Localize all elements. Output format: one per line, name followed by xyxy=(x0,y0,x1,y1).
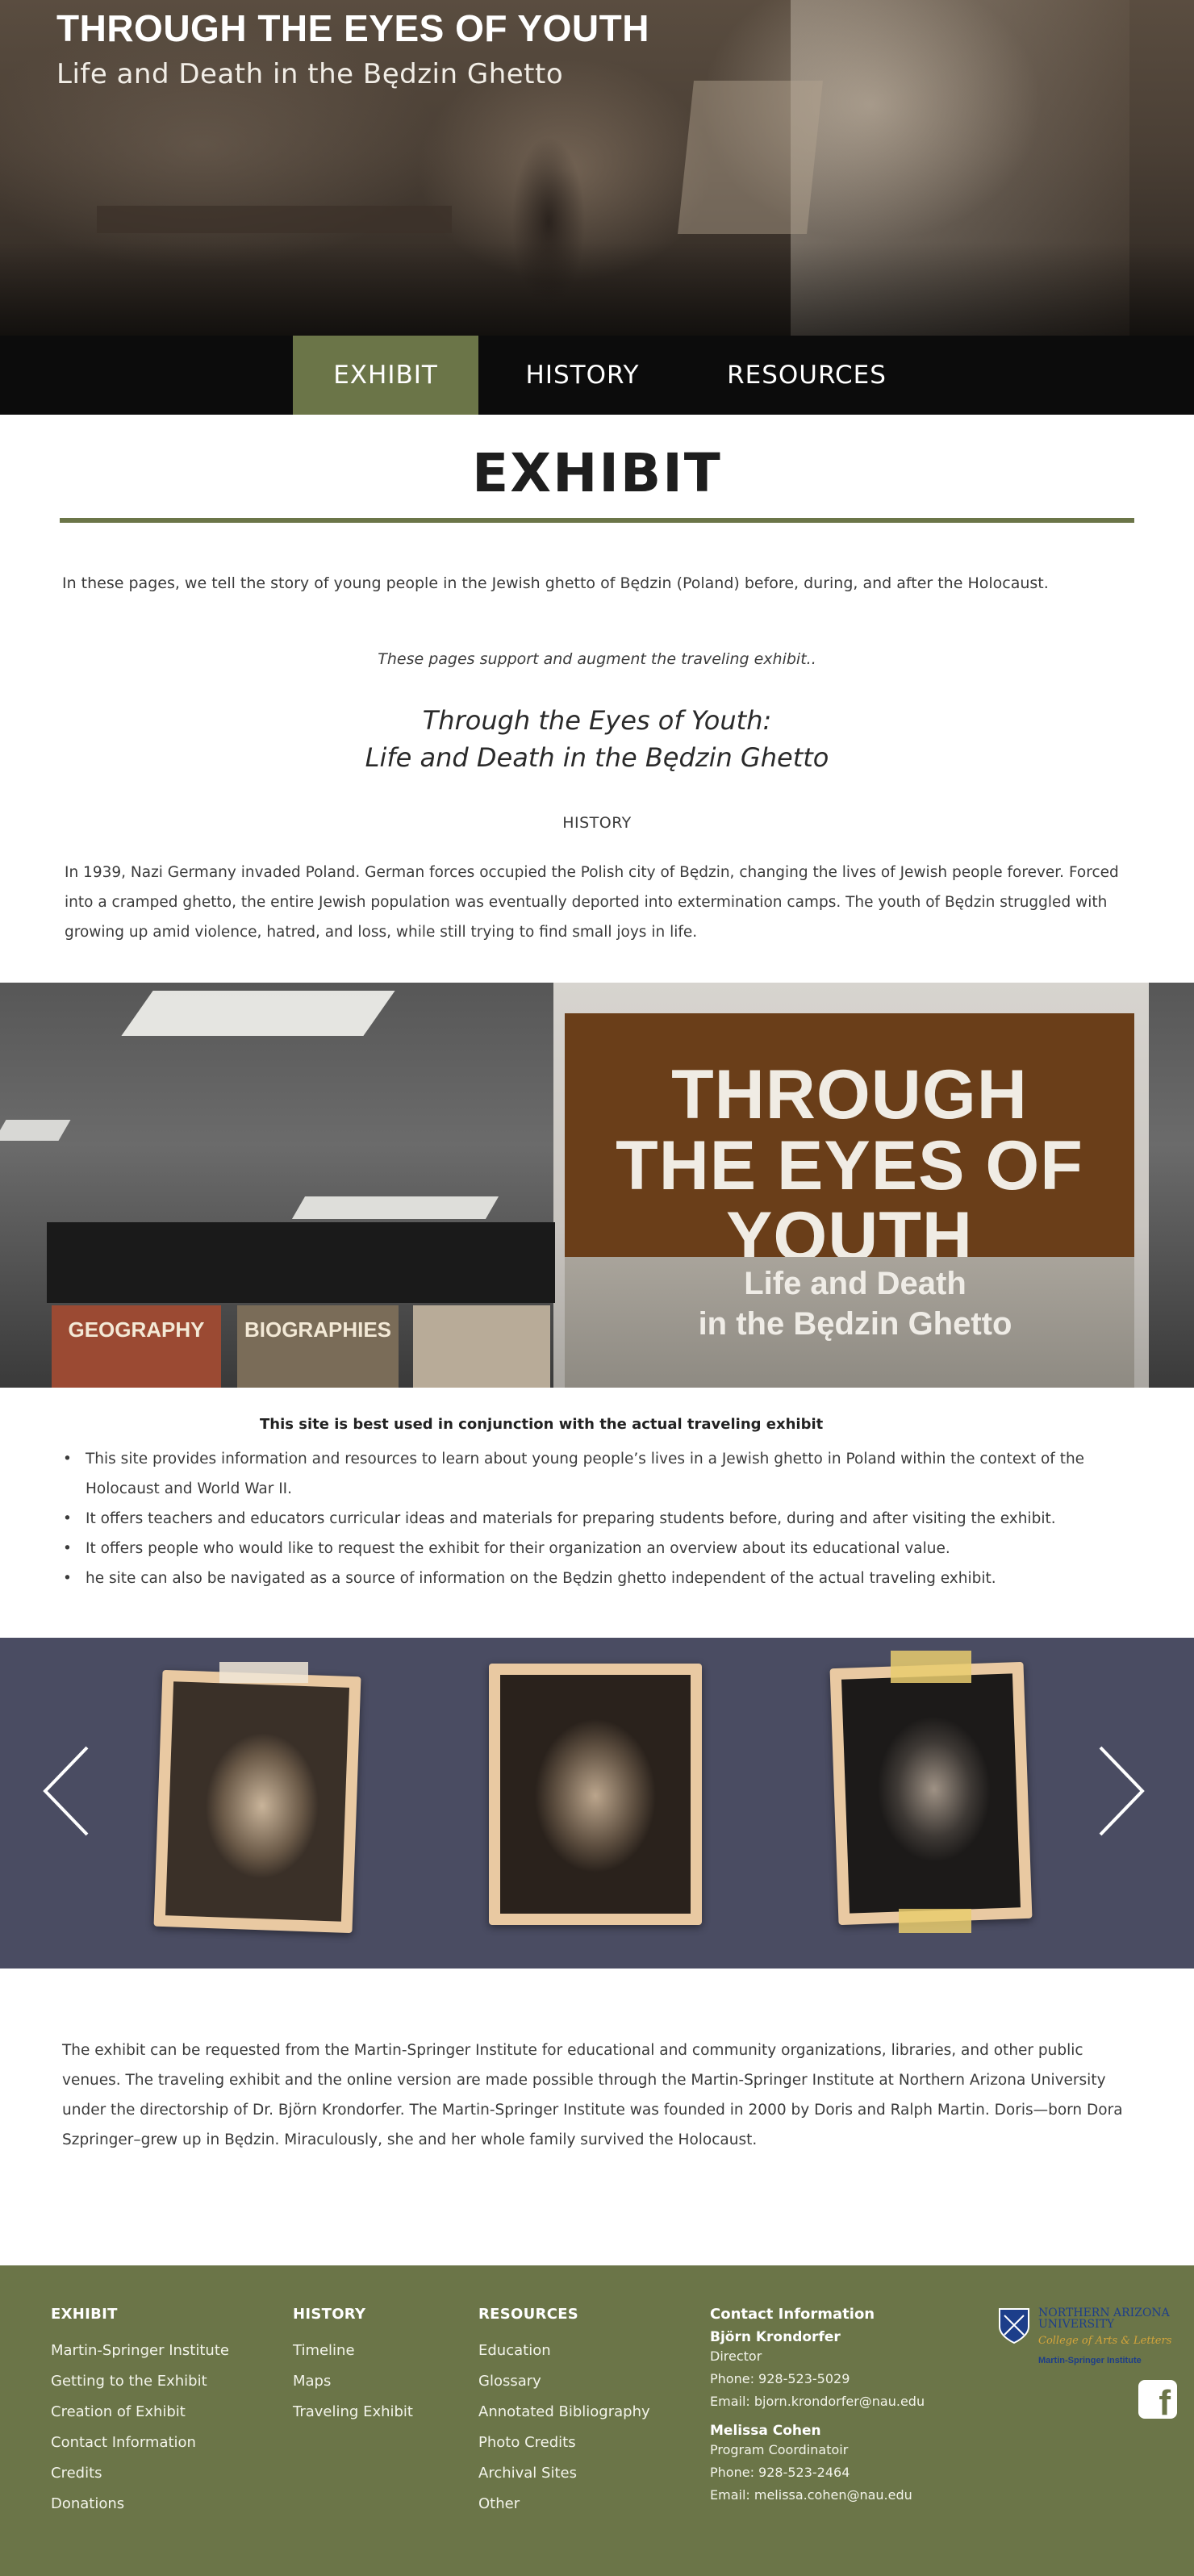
list-item: • he site can also be navigated as a sour… xyxy=(63,1564,1136,1593)
contact-phone: Phone: 928-523-2464 xyxy=(710,2465,850,2480)
footer-link[interactable]: Martin-Springer Institute xyxy=(51,2336,229,2366)
site-title: THROUGH THE EYES OF YOUTH xyxy=(56,7,649,49)
footer-exhibit-column: EXHIBIT Martin-Springer Institute Gettin… xyxy=(51,2306,229,2520)
ceiling-light xyxy=(0,1120,71,1141)
logo-institute: Martin-Springer Institute xyxy=(1038,2356,1142,2365)
footer-link[interactable]: Maps xyxy=(293,2366,413,2397)
portrait-boy xyxy=(841,1673,1021,1914)
features-list: • This site provides information and reso… xyxy=(63,1444,1136,1593)
exhibit-name-line2: Life and Death in the Będzin Ghetto xyxy=(365,742,829,773)
list-item-text: It offers people who would like to reque… xyxy=(86,1540,950,1557)
hero-photo-fade xyxy=(0,242,1194,336)
footer-link[interactable]: Contact Information xyxy=(51,2428,229,2458)
footer-link[interactable]: Education xyxy=(478,2336,650,2366)
bullet: • xyxy=(63,1451,72,1468)
nav-resources[interactable]: RESOURCES xyxy=(703,336,910,415)
tape xyxy=(891,1651,971,1683)
footer-heading-exhibit[interactable]: EXHIBIT xyxy=(51,2306,229,2323)
nav-exhibit[interactable]: EXHIBIT xyxy=(293,336,478,415)
footer-link[interactable]: Timeline xyxy=(293,2336,413,2366)
banner-subtitle-line1: Life and Death xyxy=(744,1266,966,1301)
footer-heading-resources[interactable]: RESOURCES xyxy=(478,2306,650,2323)
bullet: • xyxy=(63,1540,72,1557)
logo-line1: NORTHERN ARIZONA xyxy=(1038,2307,1170,2319)
contact-name: Björn Krondorfer xyxy=(710,2329,841,2345)
footer-link[interactable]: Archival Sites xyxy=(478,2458,650,2489)
footer-heading-history[interactable]: HISTORY xyxy=(293,2306,413,2323)
ceiling-light xyxy=(121,991,395,1036)
hero-photo-bench xyxy=(97,206,452,233)
bullet: • xyxy=(63,1570,72,1587)
footer-link[interactable]: Donations xyxy=(51,2489,229,2520)
contact-role: Director xyxy=(710,2348,762,2364)
carousel-photo[interactable] xyxy=(489,1664,702,1925)
features-heading: This site is best used in conjunction wi… xyxy=(260,1416,824,1433)
page-title: EXHIBIT xyxy=(472,442,722,504)
list-item-text: It offers teachers and educators curricu… xyxy=(86,1510,1056,1527)
chevron-right-icon[interactable] xyxy=(1091,1743,1147,1839)
history-label: HISTORY xyxy=(562,814,632,832)
contact-heading: Contact Information xyxy=(710,2306,875,2323)
logo-college: College of Arts & Letters xyxy=(1038,2335,1172,2347)
hero-banner: THROUGH THE EYES OF YOUTH Life and Death… xyxy=(0,0,1194,336)
banner-title-line2: THE EYES OF YOUTH xyxy=(616,1127,1083,1275)
footer-link[interactable]: Glossary xyxy=(478,2366,650,2397)
exhibit-name-line1: Through the Eyes of Youth: xyxy=(422,705,772,736)
panel-biographies: BIOGRAPHIES xyxy=(237,1305,399,1388)
list-item: • This site provides information and reso… xyxy=(63,1444,1136,1504)
footer-history-column: HISTORY Timeline Maps Traveling Exhibit xyxy=(293,2306,413,2428)
intro-text: In these pages, we tell the story of you… xyxy=(62,574,1049,592)
title-divider xyxy=(60,518,1134,523)
contact-phone: Phone: 928-523-5029 xyxy=(710,2371,850,2386)
footer-contact: Contact Information Björn Krondorfer Dir… xyxy=(710,2306,925,2507)
portrait-girl-1 xyxy=(165,1681,349,1922)
ceiling-light xyxy=(291,1196,499,1219)
banner-title: THROUGH THE EYES OF YOUTH xyxy=(565,1059,1134,1272)
logo-text: NORTHERN ARIZONA UNIVERSITY xyxy=(1038,2307,1170,2330)
list-item-text: he site can also be navigated as a sourc… xyxy=(86,1570,996,1587)
banner-subtitle-line2: in the Będzin Ghetto xyxy=(698,1306,1012,1342)
hero-photo-crate xyxy=(678,81,823,234)
footer-resources-column: RESOURCES Education Glossary Annotated B… xyxy=(478,2306,650,2520)
carousel-photo[interactable] xyxy=(153,1669,361,1934)
bullet: • xyxy=(63,1510,72,1527)
main-nav: EXHIBIT HISTORY RESOURCES xyxy=(0,336,1194,415)
history-text: In 1939, Nazi Germany invaded Poland. Ge… xyxy=(65,864,1119,941)
chevron-left-icon[interactable] xyxy=(40,1743,97,1839)
footer-link[interactable]: Getting to the Exhibit xyxy=(51,2366,229,2397)
footer-link[interactable]: Creation of Exhibit xyxy=(51,2397,229,2428)
tape xyxy=(219,1662,308,1683)
footer-link[interactable]: Traveling Exhibit xyxy=(293,2397,413,2428)
banner-title-line1: THROUGH xyxy=(671,1056,1028,1134)
nav-history[interactable]: HISTORY xyxy=(498,336,667,415)
contact-role: Program Coordinatoir xyxy=(710,2442,849,2457)
contact-email[interactable]: Email: melissa.cohen@nau.edu xyxy=(710,2484,925,2507)
footer-link[interactable]: Other xyxy=(478,2489,650,2520)
banner-subtitle: Life and Death in the Będzin Ghetto xyxy=(613,1263,1097,1344)
facebook-icon[interactable]: f xyxy=(1138,2380,1177,2419)
logo-line2: UNIVERSITY xyxy=(1038,2318,1115,2331)
contact-name: Melissa Cohen xyxy=(710,2423,821,2439)
portrait-girl-2 xyxy=(500,1675,691,1914)
carousel-photo[interactable] xyxy=(829,1661,1033,1926)
tape xyxy=(899,1909,971,1933)
panel-photo xyxy=(413,1305,550,1388)
support-note: These pages support and augment the trav… xyxy=(378,650,816,668)
exhibit-wall xyxy=(47,1222,555,1303)
list-item: • It offers teachers and educators curric… xyxy=(63,1504,1136,1534)
contact-email[interactable]: Email: bjorn.krondorfer@nau.edu xyxy=(710,2390,925,2413)
nau-logo[interactable]: NORTHERN ARIZONA UNIVERSITY College of A… xyxy=(998,2307,1175,2369)
list-item-text: This site provides information and resou… xyxy=(86,1451,1085,1497)
footer-link[interactable]: Annotated Bibliography xyxy=(478,2397,650,2428)
panel-geography: GEOGRAPHY xyxy=(52,1305,221,1388)
about-text: The exhibit can be requested from the Ma… xyxy=(62,2042,1123,2148)
nau-shield-icon xyxy=(999,2308,1029,2344)
site-subtitle: Life and Death in the Będzin Ghetto xyxy=(56,58,564,90)
footer-link[interactable]: Credits xyxy=(51,2458,229,2489)
list-item: • It offers people who would like to requ… xyxy=(63,1534,1136,1564)
footer-link[interactable]: Photo Credits xyxy=(478,2428,650,2458)
exhibit-name: Through the Eyes of Youth: Life and Deat… xyxy=(0,702,1194,776)
